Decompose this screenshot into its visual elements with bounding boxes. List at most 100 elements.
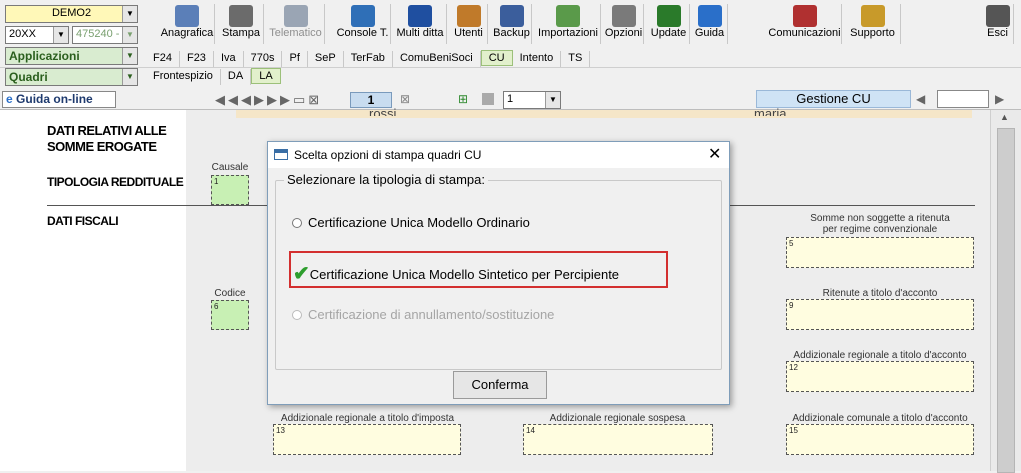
tab-iva[interactable]: Iva: [214, 51, 244, 67]
toolbar-button-label: Telematico: [269, 27, 322, 39]
somme-non-soggette-field[interactable]: 5: [786, 237, 974, 268]
page-select[interactable]: 1 ▼: [503, 91, 561, 109]
toolbar-button-label: Anagrafica: [160, 27, 214, 39]
communications-icon: [792, 5, 817, 27]
chevron-down-icon[interactable]: ▼: [122, 27, 137, 43]
header-right-value: maria: [754, 106, 787, 116]
confirm-button[interactable]: Conferma: [453, 371, 547, 399]
tab-terfab[interactable]: TerFab: [344, 51, 393, 67]
users-icon: [456, 5, 481, 27]
check-icon: ✔: [293, 263, 310, 285]
code-combo[interactable]: 475240 - ▼: [72, 26, 138, 44]
backup-icon: [499, 5, 524, 27]
prev-page-icon[interactable]: ◀: [241, 92, 254, 107]
delete-icon[interactable]: ⊠: [400, 92, 410, 106]
year-combo[interactable]: 20XX ▼: [5, 26, 69, 44]
company-combo[interactable]: DEMO2 ▼: [5, 5, 138, 23]
console-t-button[interactable]: Console T.: [335, 4, 391, 44]
chevron-down-icon[interactable]: ▼: [122, 69, 137, 85]
option-ordinario[interactable]: Certificazione Unica Modello Ordinario: [292, 215, 530, 230]
add-com-acconto-field[interactable]: 15: [786, 424, 974, 455]
codice-num: 6: [214, 302, 219, 311]
toolbar-button-label: Backup: [493, 27, 530, 39]
chevron-down-icon[interactable]: ▼: [53, 27, 68, 43]
opzioni-button[interactable]: Opzioni: [604, 4, 644, 44]
add-reg-sospesa-field[interactable]: 14: [523, 424, 713, 455]
last-page-icon[interactable]: ▶▶: [267, 92, 293, 107]
ritenute-acconto-num: 9: [789, 301, 794, 310]
multi-ditta-button[interactable]: Multi ditta: [394, 4, 447, 44]
causale-field[interactable]: 1: [211, 175, 249, 205]
comunicazioni-button[interactable]: Comunicazioni: [768, 4, 842, 44]
tab-pf[interactable]: Pf: [282, 51, 308, 67]
applicazioni-combo[interactable]: Applicazioni ▼: [5, 47, 138, 65]
multi-ditta-icon: [408, 5, 432, 27]
tab-frontespizio[interactable]: Frontespizio: [146, 69, 221, 85]
ie-icon: e: [6, 92, 13, 106]
tab-la[interactable]: LA: [251, 68, 281, 84]
toolbar-button-label: Comunicazioni: [768, 27, 841, 39]
delete-page-icon[interactable]: ⊠: [308, 92, 322, 107]
tab-ts[interactable]: TS: [561, 51, 591, 67]
first-prev-nav[interactable]: ◀◀◀▶▶▶▭⊠: [215, 92, 322, 108]
supporto-button[interactable]: Supporto: [845, 4, 901, 44]
tab-770s[interactable]: 770s: [244, 51, 283, 67]
option-sintetico[interactable]: ✔Certificazione Unica Modello Sintetico …: [293, 260, 619, 285]
scroll-thumb[interactable]: [997, 128, 1015, 473]
tab-comubenisoci[interactable]: ComuBeniSoci: [393, 51, 481, 67]
tab-f23[interactable]: F23: [180, 51, 214, 67]
add-reg-imposta-label: Addizionale regionale a titolo d'imposta: [280, 413, 455, 424]
guida-online-button[interactable]: e Guida on-line: [2, 91, 116, 108]
first-page-icon[interactable]: ◀◀: [215, 92, 241, 107]
prev-arrow-icon[interactable]: ◀: [916, 92, 925, 106]
ritenute-acconto-field[interactable]: 9: [786, 299, 974, 330]
utenti-button[interactable]: Utenti: [450, 4, 488, 44]
add-page-icon[interactable]: ⊞: [458, 92, 468, 106]
codice-field[interactable]: 6: [211, 300, 249, 330]
add-reg-imposta-field[interactable]: 13: [273, 424, 461, 455]
chevron-down-icon[interactable]: ▼: [545, 92, 560, 108]
next-page-icon[interactable]: ▶: [254, 92, 267, 107]
chevron-down-icon[interactable]: ▼: [122, 48, 137, 64]
toolbar-button-label: Guida: [694, 27, 725, 39]
toolbar-button-label: Console T.: [336, 27, 389, 39]
vertical-scrollbar[interactable]: ▲: [990, 110, 1021, 473]
causale-num: 1: [214, 177, 219, 186]
import-icon: [556, 5, 580, 27]
stop-icon[interactable]: [482, 93, 494, 105]
importazioni-button[interactable]: Importazioni: [536, 4, 601, 44]
update-button[interactable]: Update: [648, 4, 690, 44]
gestione-input[interactable]: [937, 90, 989, 108]
add-reg-acconto-num: 12: [789, 363, 798, 372]
scroll-up-icon[interactable]: ▲: [1000, 112, 1009, 122]
tab-da[interactable]: DA: [221, 69, 252, 85]
radio-icon[interactable]: [292, 218, 302, 228]
add-reg-acconto-field[interactable]: 12: [786, 361, 974, 392]
support-icon: [860, 5, 885, 27]
new-page-icon[interactable]: ▭: [293, 92, 308, 107]
year-combo-value: 20XX: [9, 28, 36, 40]
close-icon[interactable]: ✕: [708, 142, 721, 168]
chevron-down-icon[interactable]: ▼: [122, 6, 137, 22]
tabs-row-1: F24 F23 Iva 770s Pf SeP TerFab ComuBeniSoci CU In…: [146, 50, 591, 67]
guida-button[interactable]: Guida: [692, 4, 728, 44]
tab-f24[interactable]: F24: [146, 51, 180, 67]
print-type-group: Selezionare la tipologia di stampa: Cert…: [275, 172, 722, 370]
backup-button[interactable]: Backup: [492, 4, 532, 44]
dialog-title-bar: Scelta opzioni di stampa quadri CU ✕: [268, 142, 729, 168]
stampa-button[interactable]: Stampa: [219, 4, 264, 44]
tab-cu[interactable]: CU: [480, 50, 513, 66]
tab-intento[interactable]: Intento: [513, 51, 562, 67]
company-combo-value: DEMO2: [51, 7, 92, 19]
quadri-combo[interactable]: Quadri ▼: [5, 68, 138, 86]
add-com-acconto-label: Addizionale comunale a titolo d'acconto: [792, 413, 968, 424]
add-reg-sospesa-label: Addizionale regionale sospesa: [549, 413, 686, 424]
next-arrow-icon[interactable]: ▶: [995, 92, 1004, 106]
toolbar-button-label: Stampa: [222, 27, 260, 39]
telematico-button[interactable]: Telematico: [267, 4, 325, 44]
esci-button[interactable]: Esci: [982, 4, 1014, 44]
anagrafica-button[interactable]: Anagrafica: [160, 4, 215, 44]
tab-sep[interactable]: SeP: [308, 51, 344, 67]
wrench-icon: [611, 5, 636, 27]
console-icon: [350, 5, 375, 27]
